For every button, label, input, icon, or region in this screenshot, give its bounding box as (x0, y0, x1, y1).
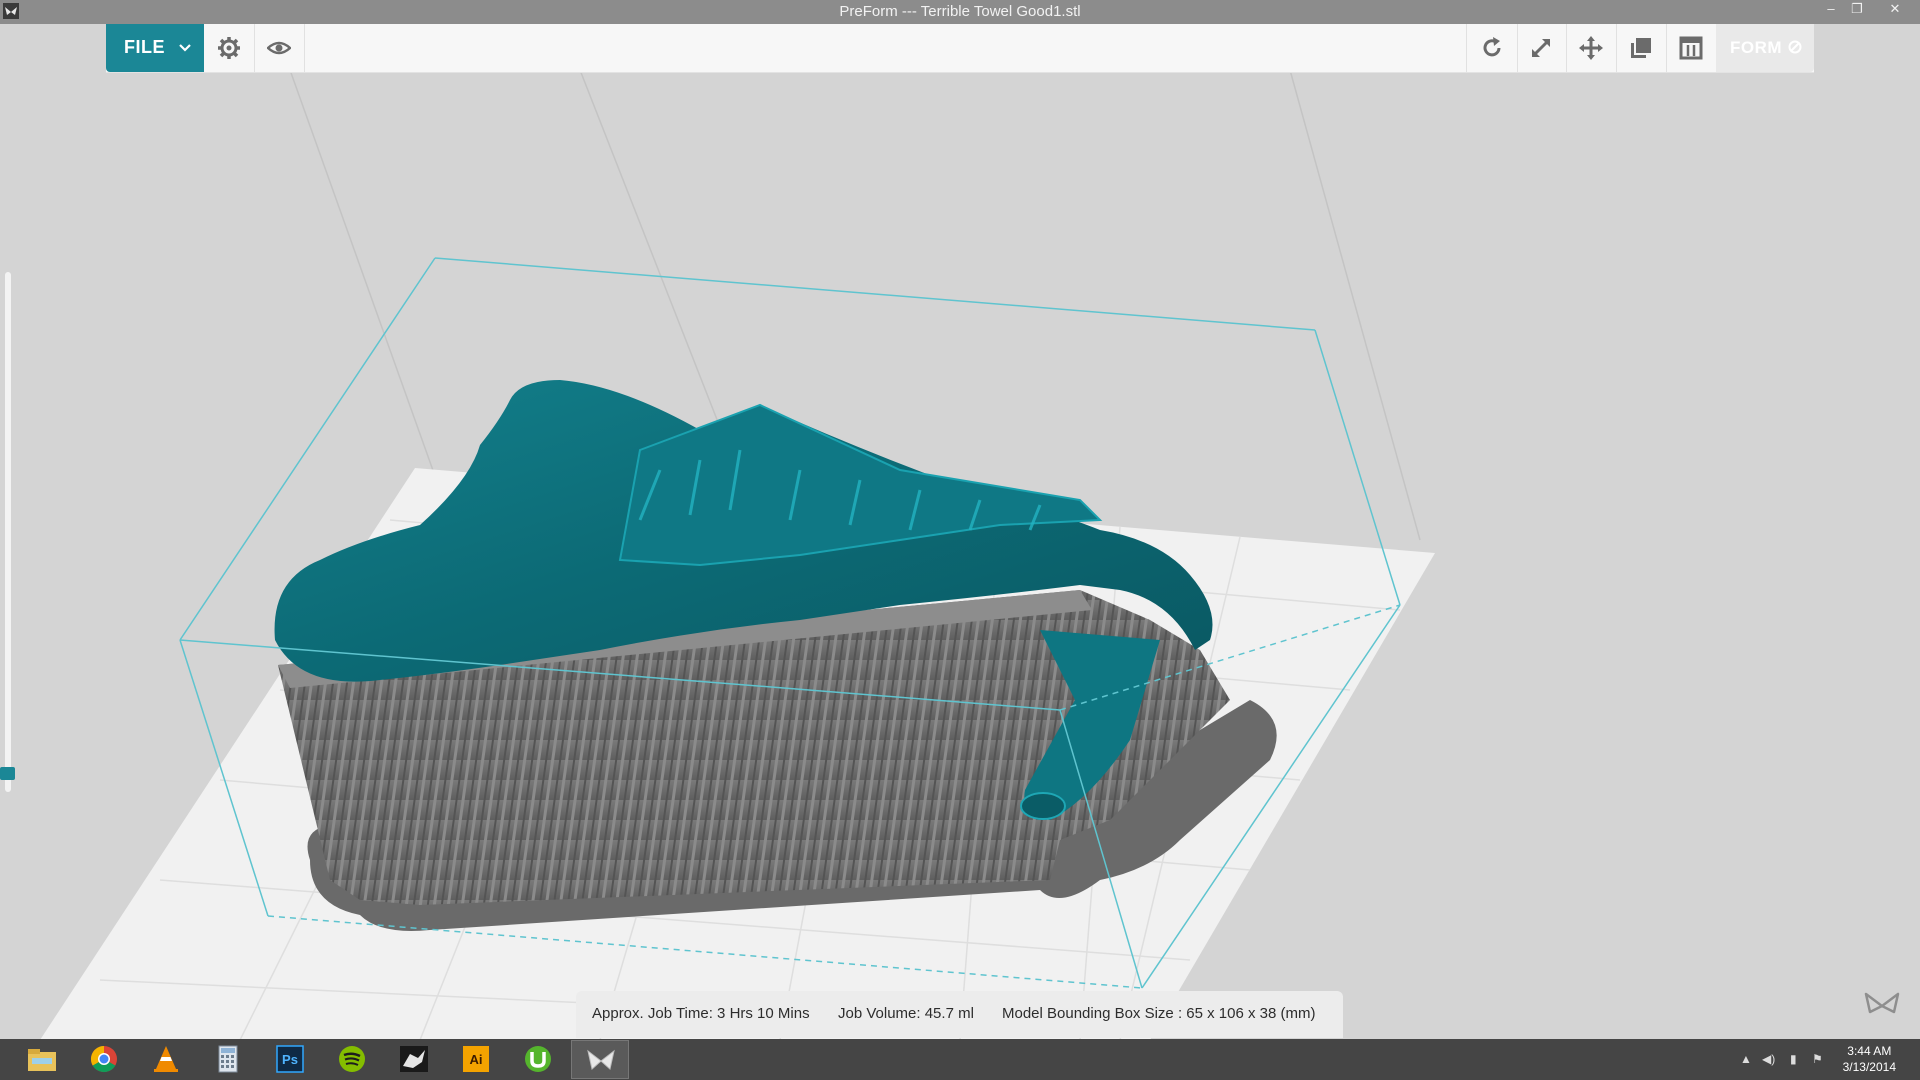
clock-date: 3/13/2014 (1842, 1060, 1896, 1074)
spotify-icon (339, 1046, 365, 1072)
chevron-down-icon (179, 44, 191, 52)
illustrator-icon: Ai (463, 1046, 489, 1072)
3d-viewport[interactable] (0, 24, 1920, 1039)
title-bar: PreForm --- Terrible Towel Good1.stl – ❐… (0, 0, 1920, 24)
vlc-cone-icon (154, 1046, 178, 1072)
chrome-icon (90, 1045, 117, 1073)
taskbar-calculator[interactable] (199, 1040, 257, 1079)
formlabs-logo-icon (1864, 992, 1900, 1014)
eye-icon (267, 41, 291, 55)
view-button[interactable] (254, 24, 305, 72)
job-volume-text: Job Volume: 45.7 ml (838, 1005, 974, 1022)
taskbar-rhino[interactable] (385, 1040, 443, 1079)
system-tray: ▲ ◀) ▮ ⚑ 3:44 AM 3/13/2014 (1700, 1039, 1920, 1080)
clock-time: 3:44 AM (1847, 1044, 1892, 1058)
duplicate-icon (1631, 38, 1651, 58)
taskbar-utorrent[interactable] (509, 1040, 567, 1079)
layer-slider-track[interactable] (5, 272, 11, 792)
job-info-bar: Approx. Job Time: 3 Hrs 10 Mins Job Volu… (576, 991, 1343, 1038)
illustrator-icon-label: Ai (470, 1052, 483, 1067)
windows-taskbar: Ps Ai ▲ ◀) ▮ ⚑ 3:44 AM 3/13/2014 (0, 1039, 1920, 1080)
close-button[interactable]: ✕ (1882, 0, 1908, 20)
scale-button[interactable] (1516, 24, 1567, 72)
settings-button[interactable] (204, 24, 255, 72)
preform-window: PreForm --- Terrible Towel Good1.stl – ❐… (0, 0, 1920, 1080)
scale-icon (1531, 38, 1551, 58)
not-connected-icon (1788, 40, 1802, 54)
layer-slider-thumb[interactable] (0, 767, 15, 780)
show-hidden-icons-arrow-icon[interactable]: ▲ (1740, 1052, 1752, 1066)
photoshop-icon-label: Ps (282, 1052, 298, 1067)
taskbar-spotify[interactable] (323, 1040, 381, 1079)
bounding-box-text: Model Bounding Box Size : 65 x 106 x 38 … (1002, 1005, 1316, 1022)
layer-slider[interactable] (0, 272, 15, 792)
taskbar-photoshop[interactable]: Ps (261, 1040, 319, 1079)
taskbar-illustrator[interactable]: Ai (447, 1040, 505, 1079)
clock[interactable]: 3:44 AM 3/13/2014 (1843, 1043, 1896, 1075)
layout-button[interactable] (1666, 24, 1717, 72)
window-title: PreForm --- Terrible Towel Good1.stl (839, 3, 1081, 20)
calculator-icon (218, 1045, 238, 1073)
utorrent-icon (525, 1046, 551, 1072)
scene-canvas[interactable] (0, 24, 1920, 1039)
volume-icon[interactable]: ◀) (1762, 1052, 1775, 1066)
form-printer-button[interactable]: FORM (1716, 24, 1814, 72)
move-icon (1579, 36, 1603, 60)
move-button[interactable] (1566, 24, 1617, 72)
taskbar-preform[interactable] (571, 1040, 629, 1079)
rotate-icon (1483, 37, 1501, 57)
action-center-icon[interactable]: ⚑ (1812, 1052, 1823, 1066)
taskbar-file-explorer[interactable] (13, 1040, 71, 1079)
restore-button[interactable]: ❐ (1844, 0, 1870, 20)
taskbar-chrome[interactable] (75, 1040, 133, 1079)
job-time-text: Approx. Job Time: 3 Hrs 10 Mins (592, 1005, 810, 1022)
form-printer-label: FORM (1730, 38, 1783, 57)
duplicate-button[interactable] (1616, 24, 1667, 72)
rhino-icon (400, 1046, 428, 1072)
gear-icon (218, 37, 240, 59)
minimize-button[interactable]: – (1818, 0, 1844, 20)
file-menu-label: FILE (124, 37, 165, 57)
preform-icon (587, 1049, 615, 1070)
file-menu-button[interactable]: FILE (106, 24, 204, 72)
folder-icon (28, 1049, 56, 1071)
main-toolbar: FILE FORM (106, 24, 1814, 73)
taskbar-vlc[interactable] (137, 1040, 195, 1079)
network-icon[interactable]: ▮ (1790, 1052, 1797, 1066)
layout-icon (1679, 36, 1703, 60)
photoshop-icon: Ps (276, 1045, 304, 1073)
rotate-button[interactable] (1466, 24, 1518, 72)
